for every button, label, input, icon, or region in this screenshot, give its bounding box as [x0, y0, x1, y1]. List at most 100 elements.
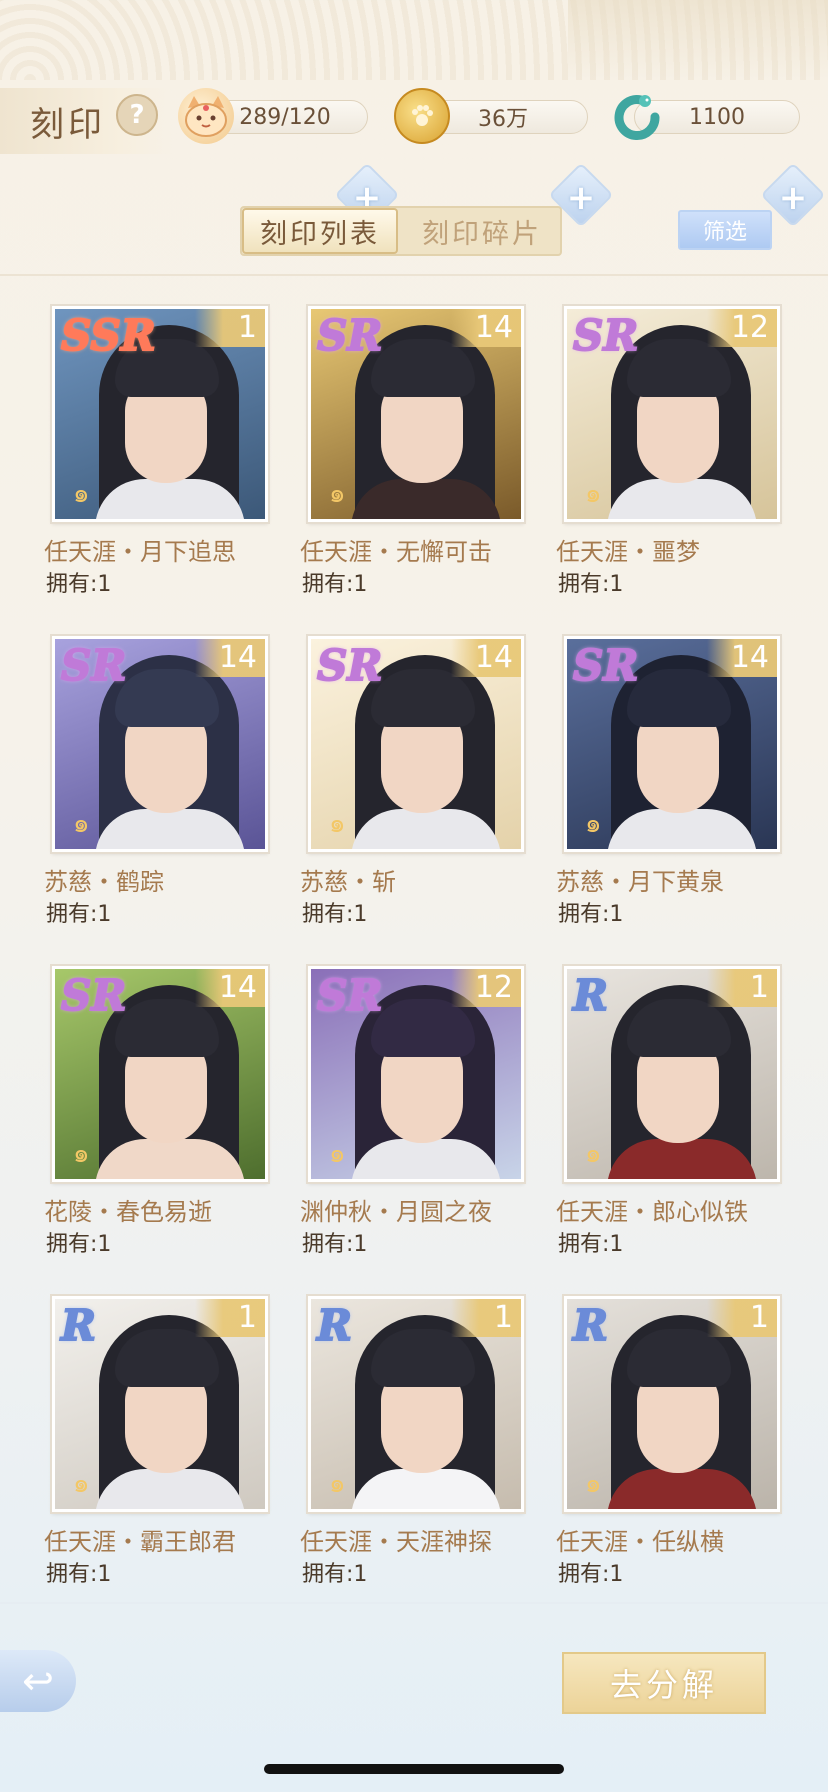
owned-count: 拥有:1 — [302, 1232, 368, 1257]
cloud-swirl-icon: ๑ — [585, 1139, 602, 1169]
owned-count: 拥有:1 — [558, 1232, 624, 1257]
rarity-badge: SR — [572, 310, 639, 361]
character-fringe — [371, 669, 475, 727]
seal-card[interactable]: SR 14 ๑ 苏慈・斩 拥有:1 — [300, 630, 524, 927]
seal-portrait[interactable]: R 1 ๑ — [52, 1296, 268, 1512]
seal-name: 渊仲秋・月圆之夜 — [300, 1198, 492, 1226]
character-fringe — [115, 1329, 219, 1387]
resource-jade: 1100 — [610, 94, 810, 141]
seal-name: 任天涯・月下追思 — [44, 538, 236, 566]
seal-card[interactable]: SR 12 ๑ 渊仲秋・月圆之夜 拥有:1 — [300, 960, 524, 1257]
seal-name: 苏慈・斩 — [300, 868, 396, 896]
seal-card[interactable]: R 1 ๑ 任天涯・霸王郎君 拥有:1 — [44, 1290, 268, 1587]
home-indicator[interactable] — [264, 1764, 564, 1774]
seal-card[interactable]: SR 14 ๑ 苏慈・月下黄泉 拥有:1 — [556, 630, 780, 927]
rarity-badge: R — [316, 1300, 353, 1351]
rarity-badge: SR — [316, 310, 383, 361]
owned-count: 拥有:1 — [558, 572, 624, 597]
seal-card[interactable]: SR 14 ๑ 花陵・春色易逝 拥有:1 — [44, 960, 268, 1257]
seal-card[interactable]: R 1 ๑ 任天涯・天涯神探 拥有:1 — [300, 1290, 524, 1587]
decompose-button[interactable]: 去分解 — [562, 1652, 766, 1714]
seal-portrait[interactable]: R 1 ๑ — [308, 1296, 524, 1512]
seal-name: 苏慈・月下黄泉 — [556, 868, 724, 896]
back-button[interactable]: ↩ — [0, 1650, 76, 1712]
owned-count: 拥有:1 — [46, 572, 112, 597]
seal-portrait[interactable]: SR 14 ๑ — [564, 636, 780, 852]
owned-count: 拥有:1 — [46, 902, 112, 927]
resource-bar: 刻印 ? 289/120 + 36万 + 1100 + — [0, 80, 828, 228]
seal-portrait[interactable]: SR 14 ๑ — [52, 636, 268, 852]
level-count: 14 — [195, 969, 265, 1007]
seal-card[interactable]: R 1 ๑ 任天涯・任纵横 拥有:1 — [556, 1290, 780, 1587]
rarity-badge: SR — [60, 970, 127, 1021]
cloud-swirl-icon: ๑ — [73, 1139, 90, 1169]
seal-card[interactable]: SR 12 ๑ 任天涯・噩梦 拥有:1 — [556, 300, 780, 597]
seal-portrait[interactable]: SR 14 ๑ — [308, 636, 524, 852]
character-fringe — [371, 1329, 475, 1387]
owned-count: 拥有:1 — [302, 1562, 368, 1587]
seal-name: 苏慈・鹤踪 — [44, 868, 164, 896]
seal-name: 任天涯・噩梦 — [556, 538, 700, 566]
cloud-swirl-icon: ๑ — [329, 809, 346, 839]
character-fringe — [371, 999, 475, 1057]
cloud-swirl-icon: ๑ — [329, 1469, 346, 1499]
seal-portrait[interactable]: SSR 1 ๑ — [52, 306, 268, 522]
seal-card[interactable]: SSR 1 ๑ 任天涯・月下追思 拥有:1 — [44, 300, 268, 597]
seal-portrait[interactable]: SR 14 ๑ — [308, 306, 524, 522]
help-icon[interactable]: ? — [116, 94, 158, 136]
jade-dragon-icon — [610, 88, 666, 144]
tab-group: 刻印列表 刻印碎片 — [240, 206, 562, 256]
rarity-badge: SSR — [60, 310, 157, 361]
seal-portrait[interactable]: SR 12 ๑ — [564, 306, 780, 522]
seal-portrait[interactable]: SR 14 ๑ — [52, 966, 268, 1182]
owned-count: 拥有:1 — [558, 902, 624, 927]
page-title: 刻印 — [30, 104, 106, 145]
level-count: 1 — [195, 1299, 265, 1337]
seal-name: 任天涯・郎心似铁 — [556, 1198, 748, 1226]
cloud-swirl-icon: ๑ — [585, 809, 602, 839]
owned-count: 拥有:1 — [46, 1232, 112, 1257]
rarity-badge: R — [572, 1300, 609, 1351]
rarity-badge: SR — [572, 640, 639, 691]
level-count: 12 — [451, 969, 521, 1007]
tabs-area: 刻印列表 刻印碎片 筛选 — [0, 160, 828, 276]
cloud-swirl-icon: ๑ — [585, 479, 602, 509]
cloud-swirl-icon: ๑ — [585, 1469, 602, 1499]
character-fringe — [627, 339, 731, 397]
seal-name: 任天涯・无懈可击 — [300, 538, 492, 566]
seal-card[interactable]: SR 14 ๑ 苏慈・鹤踪 拥有:1 — [44, 630, 268, 927]
seal-portrait[interactable]: R 1 ๑ — [564, 966, 780, 1182]
seal-portrait[interactable]: SR 12 ๑ — [308, 966, 524, 1182]
level-count: 14 — [451, 639, 521, 677]
character-fringe — [627, 999, 731, 1057]
owned-count: 拥有:1 — [302, 902, 368, 927]
cloud-swirl-icon: ๑ — [73, 1469, 90, 1499]
level-count: 1 — [707, 1299, 777, 1337]
tab-seal-fragments[interactable]: 刻印碎片 — [402, 208, 562, 254]
rarity-badge: R — [572, 970, 609, 1021]
filter-button[interactable]: 筛选 — [678, 210, 772, 250]
rarity-badge: SR — [60, 640, 127, 691]
level-count: 14 — [451, 309, 521, 347]
level-count: 14 — [707, 639, 777, 677]
cat-face-icon — [178, 88, 234, 144]
cloud-swirl-icon: ๑ — [329, 1139, 346, 1169]
level-count: 1 — [195, 309, 265, 347]
seal-card[interactable]: SR 14 ๑ 任天涯・无懈可击 拥有:1 — [300, 300, 524, 597]
level-count: 1 — [707, 969, 777, 1007]
seal-portrait[interactable]: R 1 ๑ — [564, 1296, 780, 1512]
seal-name: 任天涯・天涯神探 — [300, 1528, 492, 1556]
owned-count: 拥有:1 — [302, 572, 368, 597]
character-fringe — [115, 669, 219, 727]
character-fringe — [627, 669, 731, 727]
cloud-swirl-icon: ๑ — [329, 479, 346, 509]
back-arrow-icon: ↩ — [22, 1659, 54, 1703]
seal-card[interactable]: R 1 ๑ 任天涯・郎心似铁 拥有:1 — [556, 960, 780, 1257]
resource-stamina: 289/120 — [178, 88, 378, 144]
tab-seal-list[interactable]: 刻印列表 — [242, 208, 398, 254]
character-fringe — [371, 339, 475, 397]
level-count: 14 — [195, 639, 265, 677]
paw-coin-icon — [394, 88, 450, 144]
cloud-swirl-icon: ๑ — [73, 809, 90, 839]
rarity-badge: R — [60, 1300, 97, 1351]
